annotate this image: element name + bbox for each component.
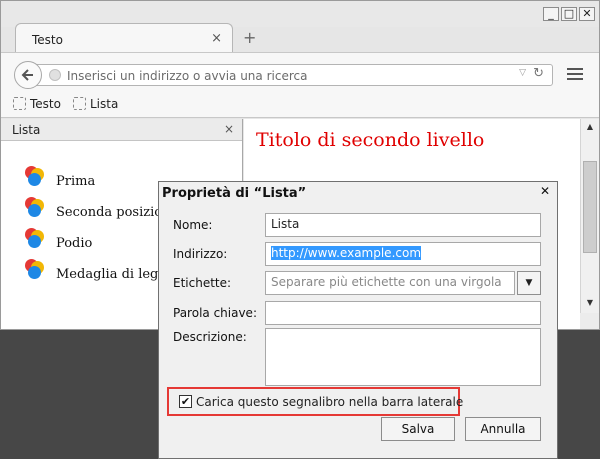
- bookmarks-toolbar: Testo Lista: [1, 92, 599, 118]
- tags-label: Etichette:: [173, 276, 232, 290]
- dialog-close-icon[interactable]: ✕: [538, 185, 552, 199]
- scroll-up-icon[interactable]: ▲: [581, 119, 599, 135]
- bookmark-page-icon: [13, 97, 26, 110]
- tab-testo[interactable]: Testo ×: [15, 23, 233, 53]
- description-label: Descrizione:: [173, 330, 247, 344]
- hamburger-menu-icon[interactable]: [567, 68, 583, 80]
- medal-icon: [25, 197, 47, 219]
- url-dropdown-icon[interactable]: ▽: [519, 68, 526, 78]
- resize-grip: [580, 313, 599, 329]
- bookmark-properties-dialog: Proprietà di “Lista” ✕ Nome: Lista Indir…: [158, 181, 558, 459]
- tab-label: Testo: [32, 33, 63, 47]
- url-bar[interactable]: ▽ ↻: [28, 64, 553, 86]
- bookmark-lista[interactable]: Lista: [73, 97, 118, 113]
- keyword-field[interactable]: [265, 301, 541, 325]
- navigation-bar: ▽ ↻: [1, 52, 599, 92]
- vertical-scrollbar[interactable]: ▲ ▼: [580, 119, 599, 313]
- bookmark-testo[interactable]: Testo: [13, 97, 61, 113]
- dialog-title: Proprietà di “Lista”: [162, 186, 307, 201]
- back-button[interactable]: [14, 61, 42, 89]
- bookmark-page-icon: [73, 97, 86, 110]
- reload-icon[interactable]: ↻: [533, 66, 544, 81]
- new-tab-icon[interactable]: +: [243, 30, 256, 46]
- close-window-button[interactable]: ✕: [579, 7, 595, 21]
- bookmark-label: Testo: [30, 97, 61, 111]
- address-value: http://www.example.com: [271, 246, 422, 260]
- tags-field[interactable]: Separare più etichette con una virgola: [265, 271, 515, 295]
- tags-placeholder: Separare più etichette con una virgola: [271, 275, 502, 289]
- scroll-down-icon[interactable]: ▼: [581, 295, 599, 311]
- address-label: Indirizzo:: [173, 247, 228, 261]
- address-field[interactable]: http://www.example.com: [265, 242, 541, 266]
- sidebar-item-label: Prima: [56, 174, 96, 189]
- tags-dropdown-button[interactable]: ▼: [517, 271, 541, 295]
- scroll-thumb[interactable]: [583, 161, 597, 253]
- sidebar-checkbox-row: ✔ Carica questo segnalibro nella barra l…: [167, 387, 463, 416]
- sidebar-item-label: Medaglia di legno: [56, 267, 175, 282]
- page-heading: Titolo di secondo livello: [256, 129, 485, 151]
- medal-icon: [25, 259, 47, 281]
- name-label: Nome:: [173, 218, 213, 232]
- name-value: Lista: [271, 217, 300, 231]
- description-field[interactable]: [265, 328, 541, 386]
- sidebar-item-label: Podio: [56, 236, 93, 251]
- cancel-button[interactable]: Annulla: [465, 417, 541, 441]
- bookmark-label: Lista: [90, 97, 119, 111]
- name-field[interactable]: Lista: [265, 213, 541, 237]
- globe-icon: [49, 69, 61, 81]
- medal-icon: [25, 166, 47, 188]
- arrow-left-icon: [21, 69, 33, 81]
- sidebar-title: Lista: [12, 123, 41, 137]
- sidebar-checkbox[interactable]: ✔: [179, 395, 192, 408]
- tab-close-icon[interactable]: ×: [211, 31, 222, 46]
- sidebar-close-icon[interactable]: ×: [224, 122, 234, 136]
- save-button[interactable]: Salva: [381, 417, 455, 441]
- keyword-label: Parola chiave:: [173, 306, 257, 320]
- url-input[interactable]: [67, 68, 487, 83]
- sidebar-checkbox-label[interactable]: Carica questo segnalibro nella barra lat…: [196, 395, 463, 409]
- sidebar-header: Lista ×: [1, 119, 242, 141]
- medal-icon: [25, 228, 47, 250]
- minimize-button[interactable]: _: [543, 7, 559, 21]
- maximize-button[interactable]: □: [561, 7, 577, 21]
